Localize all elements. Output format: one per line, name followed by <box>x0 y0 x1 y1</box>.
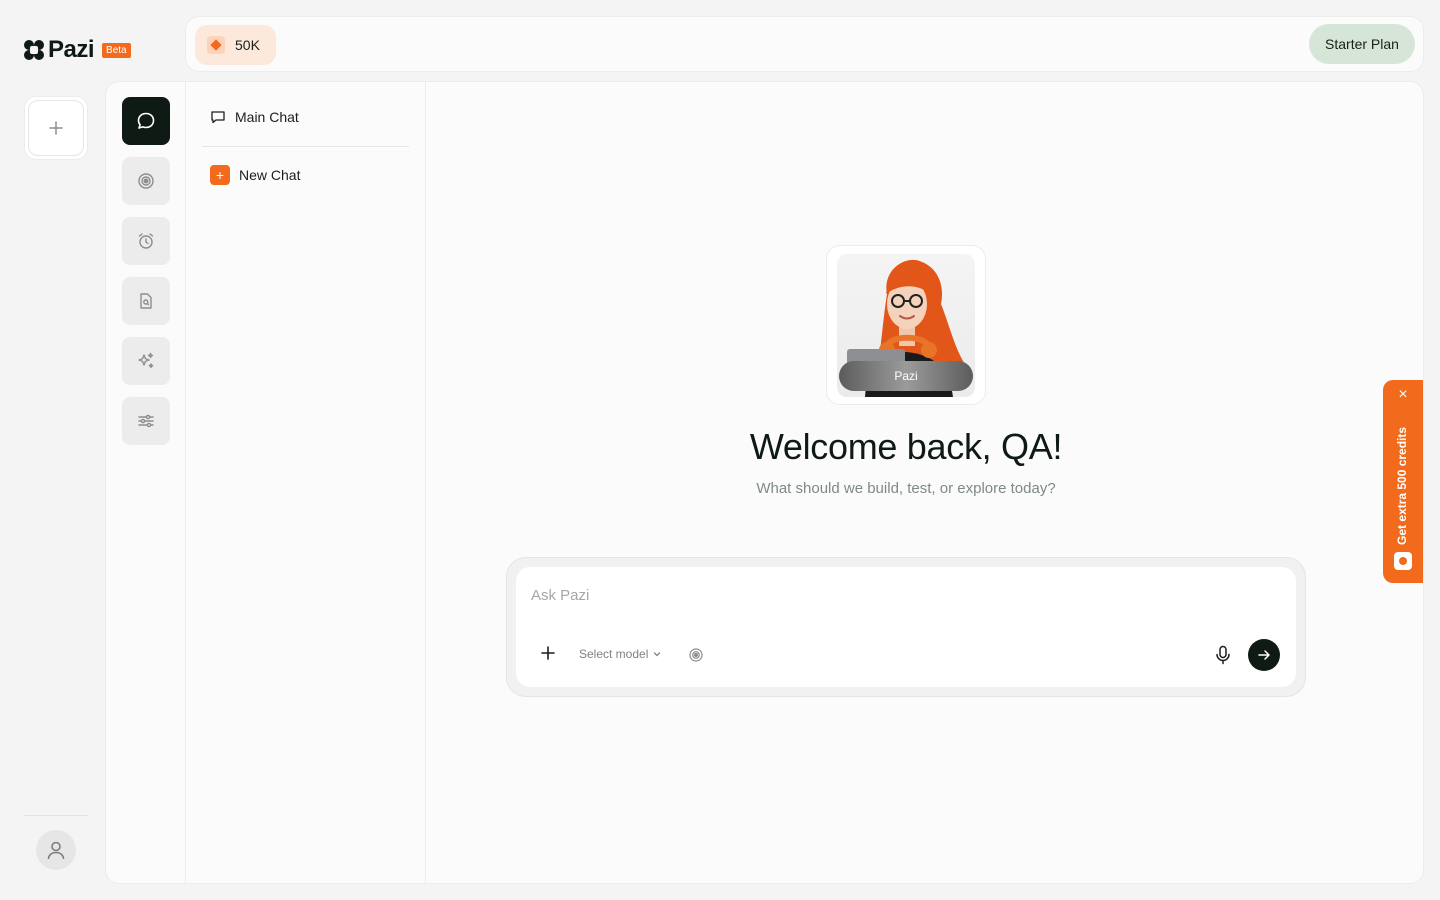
pazi-logo-icon <box>24 40 44 60</box>
focus-mode-button[interactable] <box>688 647 704 663</box>
user-avatar[interactable] <box>36 830 76 870</box>
attach-button[interactable] <box>540 645 556 661</box>
file-search-icon <box>140 293 152 309</box>
target-icon <box>689 648 703 662</box>
beta-badge: Beta <box>102 42 131 58</box>
assistant-name-badge: Pazi <box>839 361 973 391</box>
sparkles-icon <box>138 352 154 369</box>
plus-icon: + <box>210 165 230 185</box>
close-icon[interactable]: × <box>1396 387 1410 403</box>
assistant-portrait: Pazi <box>837 254 975 397</box>
credits-value: 50K <box>235 37 260 53</box>
nav-alarm[interactable] <box>122 217 170 265</box>
icon-nav <box>106 82 186 883</box>
arrow-right-icon <box>1258 650 1270 660</box>
plus-icon <box>541 646 555 660</box>
new-chat-button[interactable]: + New Chat <box>210 165 300 185</box>
top-bar: 50K Starter Plan <box>185 16 1424 72</box>
ask-input[interactable] <box>531 587 1131 604</box>
composer: Select model <box>516 567 1296 687</box>
new-workspace-wrapper <box>24 96 88 160</box>
brand-name: Pazi <box>48 36 95 63</box>
send-button[interactable] <box>1248 639 1280 671</box>
plan-button[interactable]: Starter Plan <box>1309 24 1415 64</box>
promo-tab[interactable]: × Get extra 500 credits <box>1383 380 1423 583</box>
chat-list: Main Chat + New Chat <box>186 82 426 883</box>
pazi-logo-icon <box>1394 552 1412 570</box>
rail-divider <box>24 815 88 816</box>
nav-settings[interactable] <box>122 397 170 445</box>
credits-icon <box>207 36 225 54</box>
user-icon <box>47 841 65 860</box>
welcome-subtitle: What should we build, test, or explore t… <box>756 480 1056 497</box>
alarm-clock-icon <box>138 233 154 249</box>
nav-target[interactable] <box>122 157 170 205</box>
credits-display[interactable]: 50K <box>195 25 276 65</box>
main-chat-label: Main Chat <box>235 109 299 125</box>
welcome-title: Welcome back, QA! <box>749 426 1063 467</box>
message-square-icon <box>211 111 225 124</box>
main-panel: Main Chat + New Chat Pazi Welcome back, … <box>105 81 1424 884</box>
nav-file-search[interactable] <box>122 277 170 325</box>
microphone-icon <box>1216 645 1230 665</box>
model-select-label: Select model <box>579 647 649 661</box>
new-workspace-button[interactable] <box>28 100 84 156</box>
assistant-card: Pazi <box>826 245 986 405</box>
composer-container: Select model <box>506 557 1306 697</box>
main-chat-item[interactable]: Main Chat <box>210 109 299 125</box>
promo-text: Get extra 500 credits <box>1395 426 1409 545</box>
chevron-down-icon <box>654 652 661 657</box>
sliders-icon <box>138 414 154 428</box>
new-chat-label: New Chat <box>239 167 301 183</box>
logo[interactable]: Pazi Beta <box>24 36 131 64</box>
voice-input-button[interactable] <box>1214 645 1232 665</box>
nav-chat[interactable] <box>122 97 170 145</box>
chat-bubble-icon <box>137 112 155 129</box>
model-select[interactable]: Select model <box>579 647 662 661</box>
plus-icon <box>49 121 63 135</box>
target-icon <box>138 173 154 189</box>
chat-divider <box>202 146 409 147</box>
nav-sparkles[interactable] <box>122 337 170 385</box>
